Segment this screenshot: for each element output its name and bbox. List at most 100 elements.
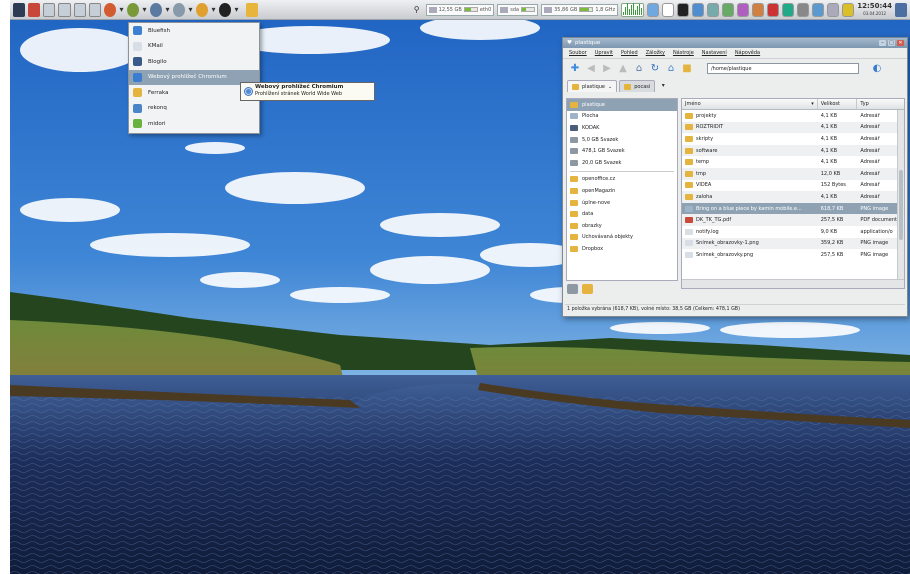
minimize-button[interactable]: – (879, 40, 886, 46)
dropdown-arrow-icon[interactable]: ▾ (234, 3, 239, 17)
mail-icon[interactable] (737, 2, 750, 17)
place-item[interactable]: úplne-nove (567, 197, 677, 209)
table-row[interactable]: projekty 4,1 KB Adresář (682, 110, 904, 122)
tab[interactable]: plastique ⌄ (567, 80, 618, 92)
media-menu-icon[interactable] (196, 2, 209, 17)
menu-4[interactable]: Nástroje (673, 50, 694, 56)
software-icon[interactable] (722, 2, 735, 17)
pager-4[interactable] (88, 2, 102, 17)
tab-menu-icon[interactable]: ▾ (657, 78, 669, 92)
notes-icon[interactable] (246, 2, 259, 17)
alert-icon[interactable] (767, 2, 780, 17)
dropdown-arrow-icon[interactable]: ▾ (211, 3, 216, 17)
up-button-icon[interactable]: ▲ (617, 63, 629, 75)
table-row[interactable]: notify.log 9,0 KB application/o (682, 226, 904, 238)
column-header-size[interactable]: Velikost (818, 99, 858, 109)
dropdown-arrow-icon[interactable]: ▾ (188, 3, 193, 17)
place-item[interactable]: Uchovávaná objekty (567, 232, 677, 244)
menu-5[interactable]: Nastavení (702, 50, 727, 56)
table-row[interactable]: software 4,1 KB Adresář (682, 144, 904, 157)
place-item[interactable]: 478,1 GB Svazek (567, 145, 677, 157)
place-item[interactable]: obrazky (567, 220, 677, 232)
network-menu-icon[interactable] (173, 2, 186, 17)
menu-item[interactable]: Bluefish (129, 23, 259, 39)
pager-1[interactable] (43, 2, 56, 17)
dropdown-arrow-icon[interactable]: ▾ (165, 3, 170, 17)
bluetooth-icon[interactable] (812, 2, 825, 17)
place-item[interactable]: 20,0 GB Svazek (567, 157, 677, 169)
place-item[interactable]: data (567, 208, 677, 220)
pager-2[interactable] (58, 2, 71, 17)
reload-button-icon[interactable]: ↻ (649, 63, 661, 75)
settings-icon[interactable] (842, 2, 855, 17)
mute-icon[interactable] (677, 2, 690, 17)
place-item[interactable]: openoffice.cz (567, 174, 677, 186)
forward-button-icon[interactable]: ▶ (601, 63, 613, 75)
tool-icon[interactable] (28, 2, 40, 17)
places-panel-icon[interactable]: ✚ (569, 63, 581, 75)
menu-3[interactable]: Záložky (646, 50, 665, 56)
home-button-icon[interactable]: ⌂ (633, 63, 645, 75)
table-row[interactable]: VIDEA 152 Bytes Adresář (682, 180, 904, 192)
table-row[interactable]: temp 4,1 KB Adresář (682, 156, 904, 168)
address-bar[interactable]: /home/plastique (707, 63, 859, 74)
menu-item[interactable]: Blogilo (129, 54, 259, 70)
go-button-icon[interactable]: ◐ (871, 63, 883, 75)
column-header-name[interactable]: Jméno ▾ (682, 99, 818, 109)
kopete-icon[interactable] (647, 2, 660, 17)
menu-item[interactable]: midori (129, 116, 259, 132)
place-item[interactable]: Dropbox (567, 243, 677, 255)
menu-0[interactable]: Soubor (569, 50, 587, 56)
close-button[interactable]: ✕ (897, 40, 904, 46)
menu-item[interactable]: rekonq (129, 101, 259, 117)
show-desktop-icon[interactable] (895, 2, 908, 17)
table-row[interactable]: skripty 4,1 KB Adresář (682, 133, 904, 145)
paint-icon[interactable] (752, 2, 765, 17)
updates-icon[interactable] (782, 2, 795, 17)
back-button-icon[interactable]: ◀ (585, 63, 597, 75)
horizontal-scrollbar[interactable] (682, 279, 904, 288)
pin-icon[interactable] (13, 2, 25, 17)
table-row[interactable]: tmp 12,0 KB Adresář (682, 167, 904, 180)
vertical-scrollbar[interactable] (897, 110, 904, 279)
network-icon[interactable] (692, 2, 705, 17)
dropdown-arrow-icon[interactable]: ▾ (142, 3, 147, 17)
place-item[interactable]: openMagazin (567, 185, 677, 197)
place-item[interactable]: plastique (567, 99, 677, 111)
window-titlebar[interactable]: ♥ plastique – □ ✕ (563, 38, 907, 48)
table-row[interactable]: Snímek_obrazovky.png 257,5 KB PNG image (682, 249, 904, 261)
place-item[interactable]: KODAK (567, 122, 677, 134)
clock[interactable]: 12:50:44 03.04.2012 (857, 2, 892, 17)
magnifier-icon[interactable]: ⚲ (411, 3, 423, 17)
bug-menu-icon[interactable] (127, 2, 140, 17)
table-row[interactable]: Snímek_obrazovky-1.png 359,2 KB PNG image (682, 237, 904, 250)
table-row[interactable]: Bring on a blue piece by kamin mobile.e.… (682, 202, 904, 215)
dropdown-arrow-icon[interactable]: ▾ (119, 3, 124, 17)
menu-1[interactable]: Upravit (595, 50, 613, 56)
office-menu-icon[interactable] (150, 2, 163, 17)
system-menu-icon[interactable] (219, 2, 232, 17)
place-item[interactable]: 5,0 GB Svazek (567, 134, 677, 146)
home-icon[interactable]: ⌂ (665, 63, 677, 75)
folder-icon[interactable] (582, 284, 593, 294)
menu-item[interactable]: KMail (129, 39, 259, 55)
scrollbar-thumb[interactable] (899, 170, 903, 240)
chromium-menu-icon[interactable] (104, 2, 117, 17)
menu-2[interactable]: Pohled (621, 50, 638, 56)
maximize-button[interactable]: □ (888, 40, 895, 46)
menu-6[interactable]: Nápověda (735, 50, 760, 56)
drive-icon[interactable] (567, 284, 578, 294)
steam-icon[interactable] (707, 2, 720, 17)
table-row[interactable]: ROZTRIDIT 4,1 KB Adresář (682, 121, 904, 134)
chevron-down-icon[interactable]: ⌄ (608, 84, 612, 90)
folder-view-icon[interactable]: ■ (681, 63, 693, 75)
pager-3[interactable] (73, 2, 86, 17)
tab[interactable]: pocasi (619, 80, 656, 92)
gallery-icon[interactable] (827, 2, 840, 17)
document-icon[interactable] (662, 2, 675, 17)
chat-icon[interactable] (797, 2, 810, 17)
place-item[interactable]: Plocha (567, 111, 677, 123)
table-row[interactable]: DK_TK_TG.pdf 257,5 KB PDF document (682, 214, 904, 226)
column-header-type[interactable]: Typ (857, 99, 904, 109)
table-row[interactable]: zaloha 4,1 KB Adresář (682, 191, 904, 203)
